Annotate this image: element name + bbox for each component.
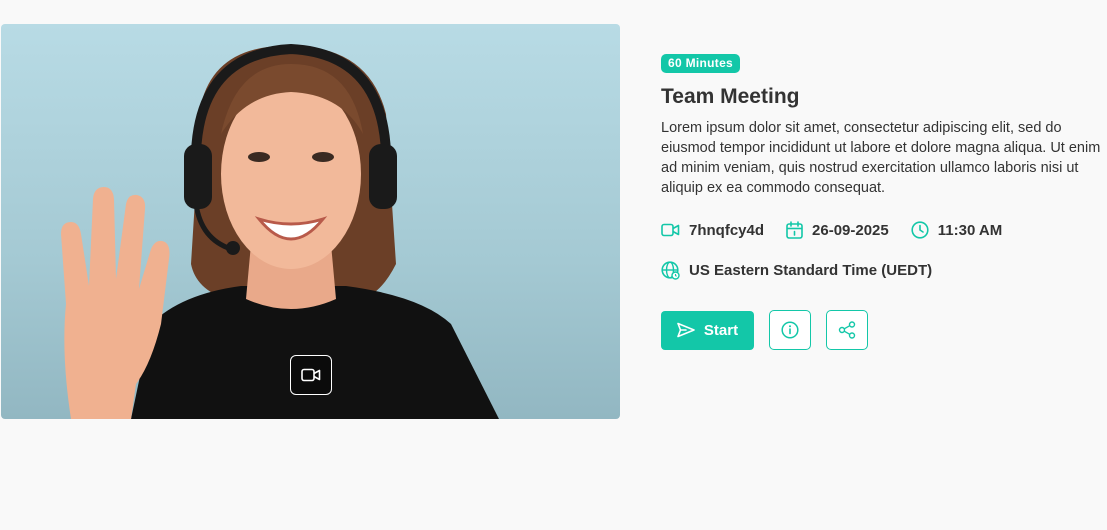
meeting-description: Lorem ipsum dolor sit amet, consectetur … [661, 120, 1101, 196]
timezone-row: US Eastern Standard Time (UEDT) [661, 260, 1101, 280]
start-button-label: Start [703, 321, 739, 339]
video-camera-icon [301, 368, 321, 382]
meeting-id-value: 7hnqfcy4d [689, 221, 765, 239]
meeting-timezone: US Eastern Standard Time (UEDT) [661, 260, 933, 280]
video-preview [1, 24, 620, 419]
camera-toggle-button[interactable] [290, 355, 332, 395]
meeting-time: 11:30 AM [911, 221, 1002, 239]
meeting-meta-row: 7hnqfcy4d 26-09-2025 11:30 AM [661, 220, 1101, 240]
video-camera-icon [661, 223, 680, 237]
meeting-id: 7hnqfcy4d [661, 222, 764, 239]
globe-icon [661, 260, 680, 280]
meeting-details: 60 Minutes Team Meeting Lorem ipsum dolo… [661, 54, 1101, 350]
start-button[interactable]: Start [661, 310, 754, 350]
meeting-date: 26-09-2025 [786, 221, 889, 239]
meeting-time-value: 11:30 AM [937, 221, 1003, 239]
meeting-timezone-value: US Eastern Standard Time (UEDT) [689, 261, 933, 279]
send-icon [677, 322, 695, 338]
meeting-title: Team Meeting [661, 85, 800, 108]
duration-badge: 60 Minutes [661, 54, 741, 73]
meeting-actions: Start [661, 310, 1101, 350]
share-icon [838, 321, 856, 339]
info-button[interactable] [769, 310, 811, 350]
info-icon [781, 321, 799, 339]
share-button[interactable] [826, 310, 868, 350]
meeting-date-value: 26-09-2025 [812, 221, 889, 239]
calendar-icon [786, 221, 803, 239]
clock-icon [911, 221, 929, 239]
